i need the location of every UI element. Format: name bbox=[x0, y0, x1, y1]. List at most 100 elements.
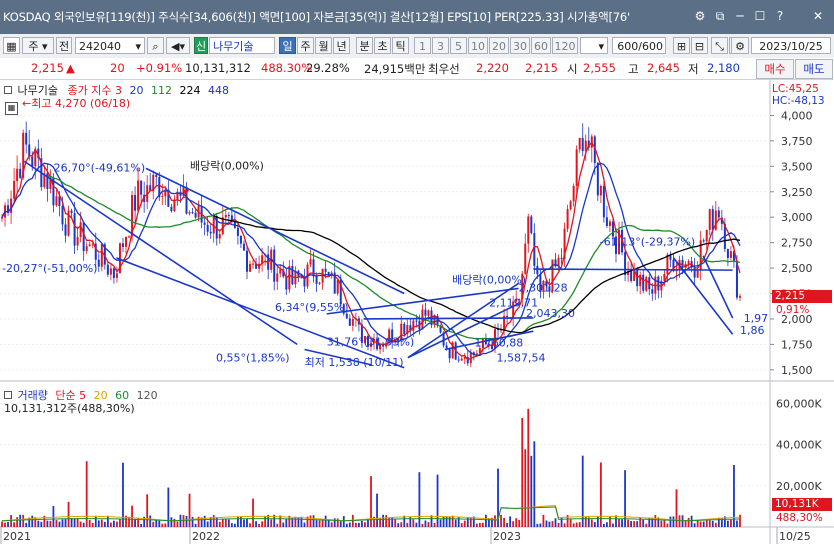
chart-type-icon[interactable]: ⤡ bbox=[711, 37, 728, 54]
interval-3[interactable]: 3 bbox=[432, 37, 449, 54]
sell-button[interactable]: 매도 bbox=[795, 59, 833, 79]
volume-bar bbox=[415, 522, 418, 527]
period-month[interactable]: 월 bbox=[315, 37, 332, 54]
volume-bar bbox=[536, 523, 539, 527]
interval-10[interactable]: 10 bbox=[468, 37, 488, 54]
interval-30[interactable]: 30 bbox=[510, 37, 530, 54]
current-price: 2,215 bbox=[31, 61, 64, 75]
zoom-in-icon[interactable]: ⊞ bbox=[673, 37, 690, 54]
candle-body bbox=[97, 259, 100, 267]
interval-120[interactable]: 120 bbox=[552, 37, 578, 54]
count-input[interactable]: 600/600 bbox=[612, 37, 666, 54]
candle-body bbox=[569, 201, 572, 210]
period-tick[interactable]: 틱 bbox=[392, 37, 409, 54]
interval-60[interactable]: 60 bbox=[531, 37, 551, 54]
help-icon[interactable]: ? bbox=[772, 8, 788, 24]
candle-body bbox=[140, 180, 143, 195]
stock-chart-svg[interactable]: 4,0003,7503,5003,2503,0002,7502,5002,250… bbox=[0, 80, 834, 544]
gear-icon[interactable]: ⚙ bbox=[692, 8, 708, 24]
volume-bar bbox=[454, 519, 457, 527]
candle-body bbox=[76, 237, 79, 246]
candle-body bbox=[696, 270, 699, 278]
volume-bar bbox=[297, 517, 300, 527]
volume-tick-label: 60,000K bbox=[776, 398, 822, 411]
volume-bar bbox=[678, 515, 681, 527]
volume-bar bbox=[264, 516, 267, 527]
volume-bar bbox=[342, 516, 345, 527]
volume-bar bbox=[318, 520, 321, 527]
grid-layout-icon[interactable]: ▦ bbox=[3, 37, 20, 54]
volume-bar bbox=[563, 523, 566, 527]
volume-bar bbox=[478, 522, 481, 527]
candle-body bbox=[681, 259, 684, 268]
stock-name-field[interactable]: 나무기술 bbox=[209, 37, 275, 54]
candle-body bbox=[460, 358, 463, 361]
volume-ma-120: 120 bbox=[136, 389, 158, 402]
volume-bar bbox=[642, 519, 645, 527]
candle-body bbox=[236, 227, 239, 236]
volume-bar bbox=[13, 522, 15, 527]
minimize-icon[interactable]: ─ bbox=[732, 8, 748, 24]
volume-bar bbox=[485, 514, 487, 527]
interval-5[interactable]: 5 bbox=[450, 37, 467, 54]
date-input[interactable]: 2023/10/25 bbox=[751, 37, 831, 54]
custom-interval-dropdown[interactable]: ▾ bbox=[580, 37, 608, 54]
trend-annotation: 최저 1,538 (10/11) bbox=[305, 356, 404, 369]
volume-bar bbox=[240, 516, 242, 527]
interval-1[interactable]: 1 bbox=[414, 37, 431, 54]
volume-bar bbox=[185, 516, 188, 527]
calculator-icon[interactable]: ▦ bbox=[5, 100, 18, 115]
period-minute[interactable]: 분 bbox=[356, 37, 373, 54]
window-title: KOSDAQ 외국인보유[119(천)] 주식수[34,606(천)] 액면[1… bbox=[3, 10, 630, 24]
volume-bar bbox=[348, 522, 351, 527]
candle-body bbox=[475, 353, 478, 355]
settings-icon[interactable]: ⚙ bbox=[731, 37, 749, 54]
volume-bar bbox=[436, 474, 439, 527]
change-percent: +0.91% bbox=[136, 61, 183, 75]
period-week[interactable]: 주 bbox=[297, 37, 314, 54]
candle-body bbox=[10, 198, 13, 213]
candle-body bbox=[13, 181, 16, 199]
maximize-icon[interactable]: ☐ bbox=[752, 8, 768, 24]
period-second[interactable]: 초 bbox=[374, 37, 391, 54]
type-select[interactable]: 주 ▾ bbox=[22, 37, 54, 54]
prefix-button[interactable]: 전 bbox=[56, 37, 72, 54]
volume-bar bbox=[705, 520, 708, 527]
chart-area[interactable]: 4,0003,7503,5003,2503,0002,7502,5002,250… bbox=[0, 80, 834, 544]
trend-annotation: 1,97 bbox=[744, 312, 769, 325]
candle-body bbox=[88, 244, 91, 247]
volume-bar bbox=[506, 522, 509, 527]
code-input[interactable]: 242040 ▾ bbox=[75, 37, 145, 54]
volume-bar bbox=[669, 516, 672, 527]
candle-body bbox=[31, 156, 34, 167]
period-year[interactable]: 년 bbox=[333, 37, 350, 54]
volume-bar bbox=[406, 522, 409, 527]
candle-body bbox=[657, 276, 660, 291]
volume-bar bbox=[696, 520, 699, 527]
zoom-out-icon[interactable]: ⊟ bbox=[691, 37, 708, 54]
volume-bar bbox=[158, 520, 161, 527]
volume-bar bbox=[599, 462, 602, 527]
volume-bar bbox=[252, 498, 254, 527]
search-icon[interactable]: ⌕ bbox=[147, 37, 164, 54]
volume-bar bbox=[218, 521, 221, 527]
x-axis-label: 2021 bbox=[3, 530, 31, 543]
candle-body bbox=[599, 185, 602, 196]
volume-bar bbox=[270, 519, 273, 527]
interval-20[interactable]: 20 bbox=[489, 37, 509, 54]
period-day[interactable]: 일 bbox=[279, 37, 296, 54]
volume-bar bbox=[100, 519, 103, 527]
priority-label: 최우선 bbox=[428, 62, 460, 76]
restore-icon[interactable]: ⧉ bbox=[712, 8, 728, 24]
buy-button[interactable]: 매수 bbox=[756, 59, 794, 79]
close-icon[interactable]: ✕ bbox=[810, 8, 826, 24]
volume-bar bbox=[654, 515, 657, 527]
volume-bar bbox=[403, 515, 406, 527]
speaker-icon[interactable]: ◀▾ bbox=[166, 37, 190, 54]
candle-body bbox=[530, 216, 533, 234]
candle-body bbox=[191, 212, 194, 214]
candle-body bbox=[708, 209, 711, 230]
candle-body bbox=[630, 271, 633, 281]
volume-bar bbox=[736, 520, 738, 527]
volume-bar bbox=[590, 519, 593, 527]
